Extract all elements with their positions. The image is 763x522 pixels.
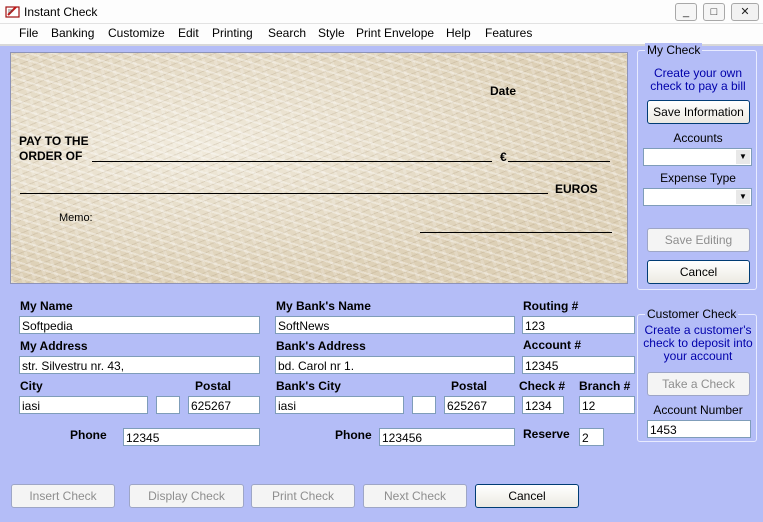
save-information-button[interactable]: Save Information xyxy=(647,100,750,124)
customer-check-description: Create a customer's check to deposit int… xyxy=(643,323,753,363)
check-number-label: Check # xyxy=(519,379,566,393)
postal-label: Postal xyxy=(195,379,232,393)
bank-postal-input[interactable]: 625267 xyxy=(444,396,515,414)
maximize-button[interactable]: □ xyxy=(703,3,725,21)
my-check-cancel-button[interactable]: Cancel xyxy=(647,260,750,284)
amount-line xyxy=(508,161,610,162)
state-input[interactable] xyxy=(156,396,180,414)
branch-label: Branch # xyxy=(579,379,631,393)
bank-address-input[interactable]: bd. Carol nr 1. xyxy=(275,356,515,374)
my-check-group-title: My Check xyxy=(645,43,703,57)
accounts-label: Accounts xyxy=(673,131,723,145)
postal-input[interactable]: 625267 xyxy=(188,396,260,414)
menu-customize[interactable]: Customize xyxy=(108,26,165,40)
memo-label: Memo: xyxy=(59,212,93,224)
account-label: Account # xyxy=(523,338,582,352)
chevron-down-icon[interactable]: ▼ xyxy=(736,190,750,204)
menu-banking[interactable]: Banking xyxy=(51,26,94,40)
print-check-button[interactable]: Print Check xyxy=(251,484,355,508)
bank-city-input[interactable]: iasi xyxy=(275,396,404,414)
menu-features[interactable]: Features xyxy=(485,26,532,40)
branch-input[interactable]: 12 xyxy=(579,396,635,414)
customer-check-group-title: Customer Check xyxy=(645,307,739,321)
menu-file[interactable]: File xyxy=(19,26,38,40)
phone-label: Phone xyxy=(70,428,107,442)
close-icon: ✕ xyxy=(740,6,750,18)
city-input[interactable]: iasi xyxy=(19,396,148,414)
my-address-label: My Address xyxy=(20,339,88,353)
expense-type-select[interactable]: ▼ xyxy=(643,188,752,206)
cancel-button[interactable]: Cancel xyxy=(475,484,579,508)
bank-address-label: Bank's Address xyxy=(276,339,366,353)
reserve-input[interactable]: 2 xyxy=(579,428,604,446)
menu-help[interactable]: Help xyxy=(446,26,471,40)
take-check-button[interactable]: Take a Check xyxy=(647,372,750,396)
routing-input[interactable]: 123 xyxy=(522,316,635,334)
expense-type-label: Expense Type xyxy=(660,171,736,185)
window-title: Instant Check xyxy=(24,5,98,19)
minimize-icon: _ xyxy=(682,6,690,18)
maximize-icon: □ xyxy=(710,6,718,18)
menu-edit[interactable]: Edit xyxy=(178,26,199,40)
signature-line xyxy=(420,232,612,233)
account-input[interactable]: 12345 xyxy=(522,356,635,374)
amount-words-line xyxy=(20,193,548,194)
my-address-input[interactable]: str. Silvestru nr. 43, xyxy=(19,356,260,374)
my-check-description: Create your own check to pay a bill xyxy=(650,66,746,93)
minimize-button[interactable]: _ xyxy=(675,3,697,21)
check-number-input[interactable]: 1234 xyxy=(522,396,564,414)
accounts-select[interactable]: ▼ xyxy=(643,148,752,166)
reserve-label: Reserve xyxy=(523,427,570,441)
bank-city-label: Bank's City xyxy=(276,379,341,393)
city-label: City xyxy=(20,379,43,393)
account-number-input[interactable]: 1453 xyxy=(647,420,751,438)
menu-printing[interactable]: Printing xyxy=(212,26,253,40)
currency-symbol: € xyxy=(500,150,507,164)
app-icon xyxy=(5,6,20,18)
bank-postal-label: Postal xyxy=(451,379,488,393)
my-name-input[interactable]: Softpedia xyxy=(19,316,260,334)
check-order-of-label: ORDER OF xyxy=(19,149,83,163)
title-bar: Instant Check _ □ ✕ xyxy=(0,0,763,24)
save-editing-button[interactable]: Save Editing xyxy=(647,228,750,252)
check-preview: Date PAY TO THE ORDER OF € EUROS Memo: xyxy=(10,52,628,284)
bank-phone-input[interactable]: 123456 xyxy=(379,428,515,446)
next-check-button[interactable]: Next Check xyxy=(363,484,467,508)
menu-search[interactable]: Search xyxy=(268,26,306,40)
payee-line xyxy=(92,161,492,162)
close-button[interactable]: ✕ xyxy=(731,3,759,21)
menu-style[interactable]: Style xyxy=(318,26,345,40)
chevron-down-icon[interactable]: ▼ xyxy=(736,150,750,164)
bank-name-input[interactable]: SoftNews xyxy=(275,316,515,334)
account-number-label: Account Number xyxy=(653,403,743,417)
bank-phone-label: Phone xyxy=(335,428,372,442)
my-name-label: My Name xyxy=(20,299,73,313)
bank-state-input[interactable] xyxy=(412,396,436,414)
display-check-button[interactable]: Display Check xyxy=(129,484,244,508)
currency-word: EUROS xyxy=(555,182,598,196)
menu-print-envelope[interactable]: Print Envelope xyxy=(356,26,434,40)
check-date-label: Date xyxy=(490,84,517,98)
routing-label: Routing # xyxy=(523,299,579,313)
insert-check-button[interactable]: Insert Check xyxy=(11,484,115,508)
menu-bar: File Banking Customize Edit Printing Sea… xyxy=(0,24,763,44)
bank-name-label: My Bank's Name xyxy=(276,299,371,313)
phone-input[interactable]: 12345 xyxy=(123,428,260,446)
check-pay-to-label: PAY TO THE xyxy=(19,134,89,148)
